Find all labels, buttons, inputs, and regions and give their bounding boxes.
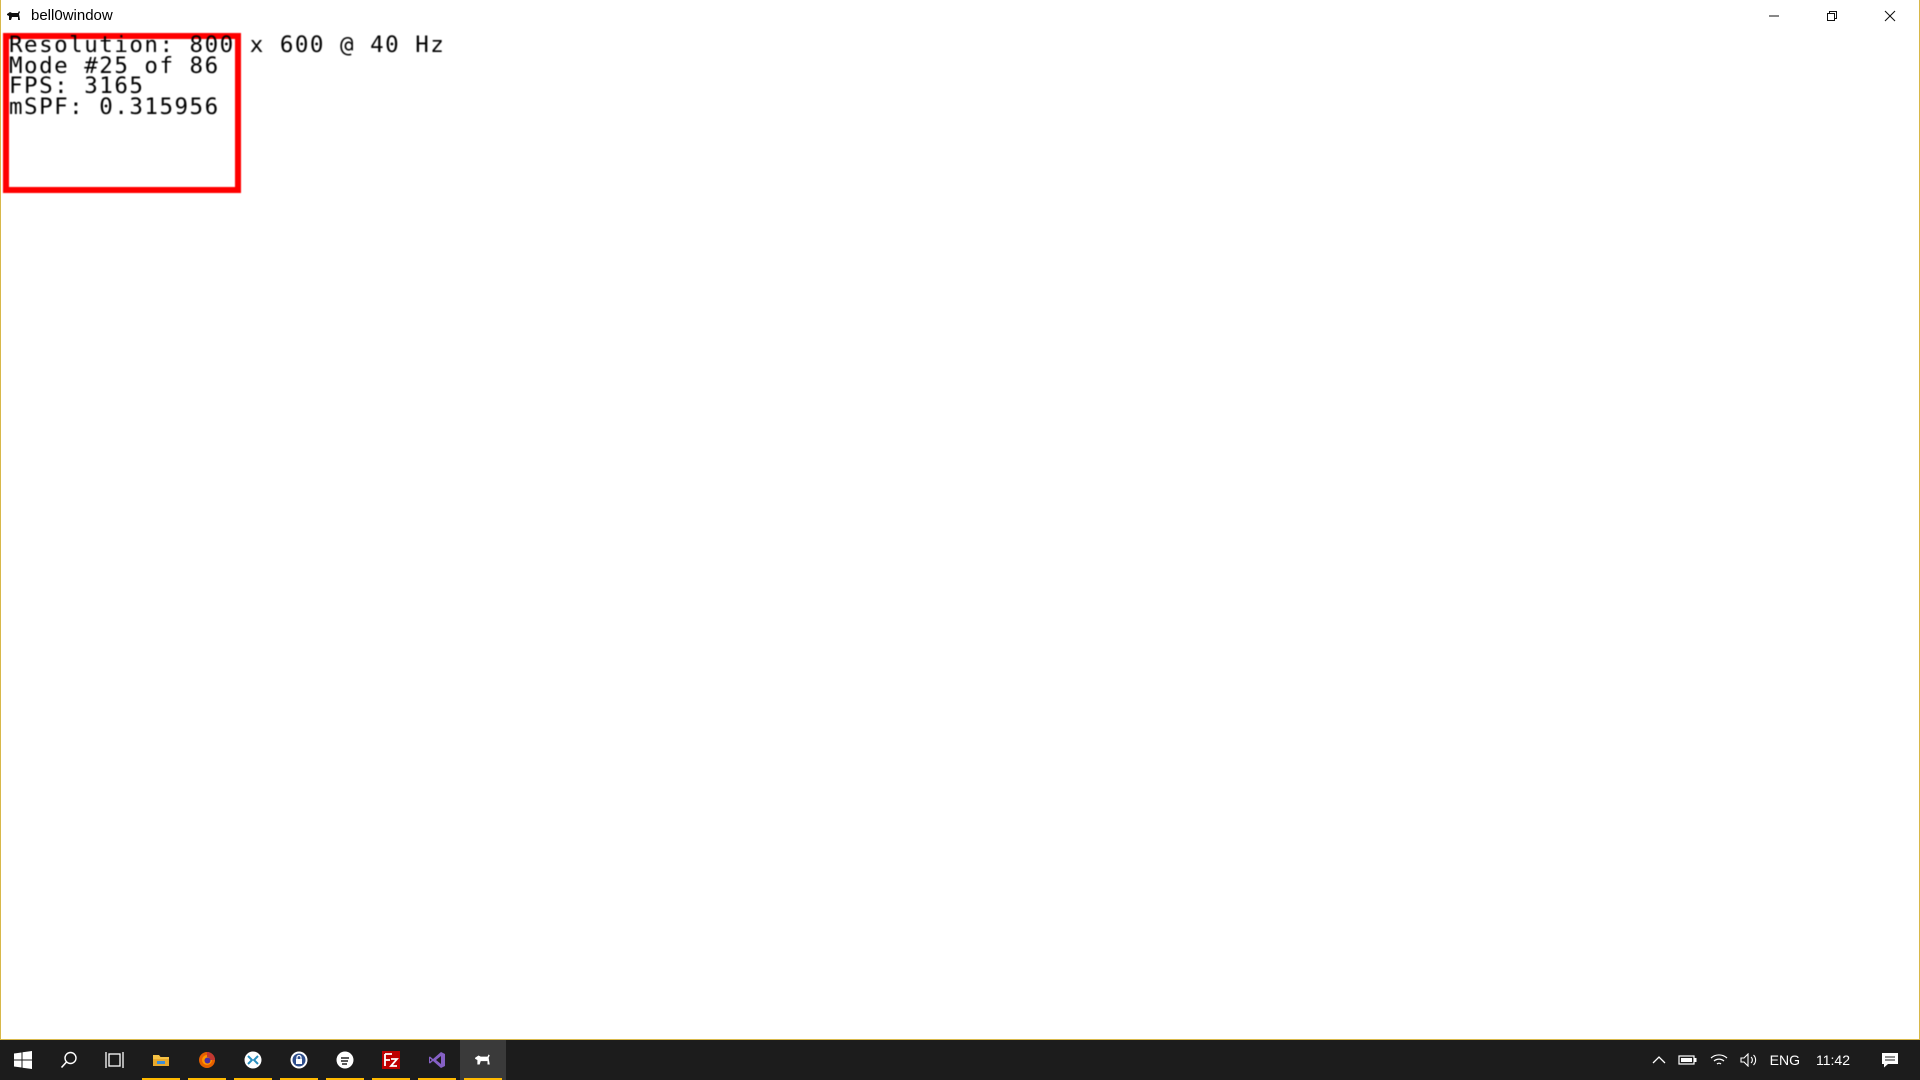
- battery-button[interactable]: [1672, 1040, 1704, 1080]
- volume-icon: [1740, 1053, 1756, 1067]
- dog-icon: [475, 1054, 490, 1065]
- visual-studio-button[interactable]: [414, 1040, 460, 1080]
- folder-icon: [153, 1055, 169, 1066]
- file-explorer-button[interactable]: [138, 1040, 184, 1080]
- filezilla-icon: [382, 1051, 400, 1069]
- dog-icon: [5, 7, 23, 25]
- bell0window-window: bell0window Resolution: 800 x 600 @ 40 H…: [0, 0, 1920, 1040]
- clock[interactable]: 11:42: [1806, 1052, 1860, 1068]
- visual-studio-icon: [429, 1052, 445, 1068]
- firefox-icon: [199, 1052, 215, 1068]
- system-tray: ENG 11:42: [1646, 1040, 1920, 1080]
- chevron-up-icon: [1652, 1056, 1666, 1064]
- show-hidden-icons-button[interactable]: [1646, 1040, 1672, 1080]
- mspf-text: mSPF: 0.315956: [9, 93, 220, 120]
- restore-button[interactable]: [1803, 0, 1861, 31]
- task-view-button[interactable]: [92, 1040, 138, 1080]
- render-canvas[interactable]: Resolution: 800 x 600 @ 40 Hz Mode #25 of…: [1, 31, 1919, 1039]
- taskbar: ENG 11:42: [0, 1040, 1920, 1080]
- start-button[interactable]: [0, 1040, 46, 1080]
- wifi-icon: [1710, 1054, 1728, 1065]
- dialog-app-icon: [336, 1051, 354, 1069]
- minimize-icon: [1769, 15, 1779, 16]
- app-x-button[interactable]: [230, 1040, 276, 1080]
- debug-overlay: Resolution: 800 x 600 @ 40 Hz Mode #25 of…: [9, 34, 445, 120]
- title-bar[interactable]: bell0window: [1, 0, 1919, 31]
- filezilla-button[interactable]: [368, 1040, 414, 1080]
- close-button[interactable]: [1861, 0, 1919, 31]
- caption-buttons: [1745, 0, 1919, 31]
- search-button[interactable]: [46, 1040, 92, 1080]
- bell0window-button[interactable]: [460, 1040, 506, 1080]
- action-center-button[interactable]: [1860, 1040, 1920, 1080]
- firefox-button[interactable]: [184, 1040, 230, 1080]
- restore-icon: [1827, 10, 1837, 21]
- app-lock-button[interactable]: [276, 1040, 322, 1080]
- x-app-icon: [244, 1051, 262, 1069]
- battery-icon: [1678, 1055, 1697, 1065]
- search-icon: [60, 1051, 77, 1069]
- language-indicator[interactable]: ENG: [1764, 1040, 1806, 1080]
- task-view-icon: [105, 1052, 124, 1068]
- volume-button[interactable]: [1734, 1040, 1764, 1080]
- app-dialog-button[interactable]: [322, 1040, 368, 1080]
- network-button[interactable]: [1704, 1040, 1734, 1080]
- notification-icon: [1882, 1053, 1898, 1068]
- close-icon: [1884, 10, 1896, 21]
- minimize-button[interactable]: [1745, 0, 1803, 31]
- windows-logo-icon: [14, 1051, 32, 1069]
- window-title: bell0window: [31, 7, 113, 24]
- lock-app-icon: [290, 1051, 308, 1069]
